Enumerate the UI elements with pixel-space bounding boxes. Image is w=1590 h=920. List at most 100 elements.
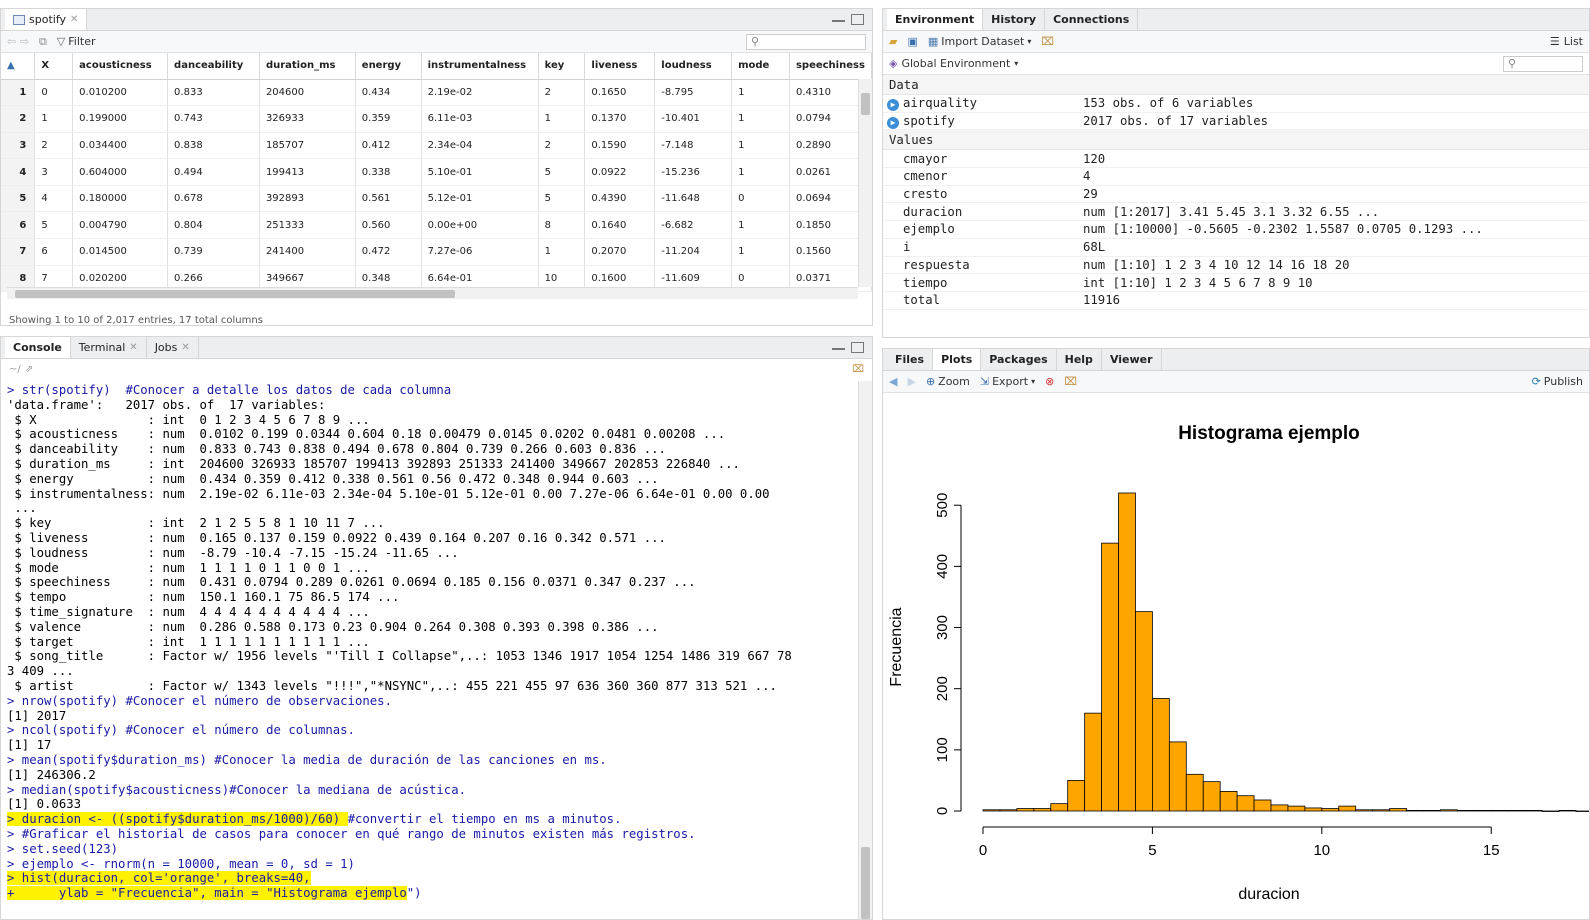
y-tick-label: 300 <box>934 615 951 640</box>
grid-corner-cell[interactable]: ▲ <box>1 53 36 80</box>
env-row-duracion[interactable]: duracion num [1:2017] 3.41 5.45 3.1 3.32 … <box>883 203 1589 222</box>
filter-label: Filter <box>68 35 96 48</box>
column-header-acousticness[interactable]: acousticness <box>72 53 169 80</box>
grid-horizontal-scrollbar[interactable] <box>7 287 858 299</box>
histogram-bar <box>1101 542 1119 812</box>
env-search-input[interactable]: ⚲ <box>1503 55 1583 72</box>
broom-icon[interactable]: ⌧ <box>852 364 864 375</box>
expand-arrow-icon[interactable]: ▶ <box>887 98 899 111</box>
expand-arrow-icon[interactable]: ▶ <box>887 116 899 129</box>
tab-history[interactable]: History <box>983 9 1046 30</box>
column-header-x[interactable]: X <box>34 53 74 80</box>
env-row-i[interactable]: i 68L <box>883 239 1589 257</box>
tab-console[interactable]: Console <box>5 337 71 358</box>
env-values-list: cmayor 120 cmenor 4 cresto 29 duracion num [1:2… <box>883 150 1589 310</box>
console-output[interactable]: > str(spotify) #Conocer a detalle los da… <box>7 383 854 919</box>
console-scroll-thumb[interactable] <box>861 847 870 919</box>
remove-plot-icon[interactable]: ⊗ <box>1045 375 1054 388</box>
tab-plots[interactable]: Plots <box>933 349 982 370</box>
env-row-cresto[interactable]: cresto 29 <box>883 186 1589 204</box>
grid-vertical-scrollbar[interactable] <box>858 79 872 287</box>
env-row-tiempo[interactable]: tiempo int [1:10] 1 2 3 4 5 6 7 8 9 10 <box>883 274 1589 292</box>
close-icon[interactable]: ✕ <box>70 14 78 25</box>
tab-files[interactable]: Files <box>887 349 934 370</box>
import-dataset-button[interactable]: ▦ Import Dataset ▾ <box>928 35 1032 48</box>
env-row-total[interactable]: total 11916 <box>883 292 1589 310</box>
env-variable-label: duracion <box>903 204 963 219</box>
column-header-mode[interactable]: mode <box>731 53 790 80</box>
maximize-icon[interactable] <box>851 14 864 25</box>
table-row: 6 5 0.004790 0.804 251333 0.560 0.00e+00 8 0.164… <box>1 211 872 240</box>
column-header-danceability[interactable]: danceability <box>167 53 260 80</box>
next-plot-icon[interactable]: ▶ <box>907 375 915 388</box>
column-header-energy[interactable]: energy <box>355 53 422 80</box>
table-row: 1 0 0.010200 0.833 204600 0.434 2.19e-02 2 0.165… <box>1 79 872 107</box>
table-cell: 0.359 <box>355 105 422 133</box>
env-row-spotify[interactable]: ▶ spotify 2017 obs. of 17 variables <box>883 113 1589 131</box>
tab-terminal[interactable]: Terminal ✕ <box>71 337 147 358</box>
filter-button[interactable]: ▽ Filter <box>57 35 96 48</box>
column-header-loudness[interactable]: loudness <box>654 53 733 80</box>
env-variable-value: num [1:10] 1 2 3 4 10 12 14 16 18 20 <box>1083 257 1350 272</box>
previous-plot-icon[interactable]: ◀ <box>889 375 897 388</box>
open-folder-icon[interactable]: ▰ <box>889 35 897 48</box>
new-window-icon[interactable]: ⧉ <box>39 35 47 49</box>
global-environment-dropdown[interactable]: ◈ Global Environment ▾ <box>889 57 1018 70</box>
search-icon: ⚲ <box>751 35 760 48</box>
close-icon[interactable]: ✕ <box>129 342 137 353</box>
console-scrollbar[interactable] <box>858 381 872 919</box>
env-row-cmenor[interactable]: cmenor 4 <box>883 168 1589 186</box>
env-variable-label: airquality <box>903 95 978 110</box>
data-grid: ▲ Xacousticness danceability duration_ms ene… <box>1 53 872 293</box>
go-to-directory-icon[interactable]: ⇗ <box>25 364 33 375</box>
save-icon[interactable]: ▣ <box>907 35 917 48</box>
env-variable-value: 11916 <box>1083 293 1121 308</box>
column-header-duration_ms[interactable]: duration_ms <box>259 53 356 80</box>
broom-icon[interactable]: ⌧ <box>1041 35 1054 48</box>
console-line-rest: #convertir el tiempo en ms a minutos. <box>347 812 622 827</box>
tab-environment[interactable]: Environment <box>887 9 984 30</box>
histogram-bar <box>1473 809 1492 812</box>
env-toolbar: ▰ ▣ ▦ Import Dataset ▾ ⌧ ☰ List <box>883 31 1589 53</box>
console-line: [1] 17 <box>7 738 52 753</box>
zoom-button[interactable]: ⊕ Zoom <box>926 375 970 388</box>
console-line: > #Graficar el historial de casos para c… <box>7 826 696 841</box>
minimize-icon[interactable] <box>832 342 845 350</box>
table-cell: -11.648 <box>654 185 733 213</box>
list-view-button[interactable]: ☰ List <box>1550 35 1583 48</box>
env-variable-name: ▶ spotify <box>883 114 1083 129</box>
column-header-liveness[interactable]: liveness <box>584 53 656 80</box>
column-header-instrumentalness[interactable]: instrumentalness <box>421 53 539 80</box>
grid-scroll-thumb[interactable] <box>861 93 870 115</box>
table-cell: 4 <box>34 185 74 213</box>
values-section-header: Values <box>883 130 1589 151</box>
maximize-icon[interactable] <box>851 342 864 353</box>
publish-button[interactable]: ⟳ Publish <box>1532 375 1583 388</box>
console-line: > str(spotify) #Conocer a detalle los da… <box>7 383 452 397</box>
highlighted-code: > duracion <- ((spotify$duration_ms/1000… <box>7 812 348 827</box>
table-row: 4 3 0.604000 0.494 199413 0.338 5.10e-01 5 0.092… <box>1 158 872 186</box>
column-header-speechiness[interactable]: speechiness <box>789 53 872 80</box>
broom-icon[interactable]: ⌧ <box>1064 375 1077 388</box>
tab-viewer-label: Viewer <box>1109 353 1153 366</box>
tab-spotify[interactable]: spotify ✕ <box>5 9 88 30</box>
env-row-respuesta[interactable]: respuesta num [1:10] 1 2 3 4 10 12 14 16 … <box>883 257 1589 275</box>
grid-hscroll-thumb[interactable] <box>15 290 455 298</box>
tab-packages[interactable]: Packages <box>981 349 1057 370</box>
table-cell: 0.180000 <box>72 185 169 213</box>
export-button[interactable]: ⇲ Export ▾ <box>980 375 1035 388</box>
tab-connections[interactable]: Connections <box>1045 9 1139 30</box>
column-header-key[interactable]: key <box>538 53 586 80</box>
tab-help[interactable]: Help <box>1057 349 1102 370</box>
close-icon[interactable]: ✕ <box>181 342 189 353</box>
back-arrow-icon[interactable]: ⇦ ⇨ <box>7 35 29 48</box>
tab-jobs[interactable]: Jobs ✕ <box>147 337 199 358</box>
histogram-bar <box>1406 809 1424 812</box>
grid-search-input[interactable]: ⚲ <box>746 33 866 50</box>
env-row-cmayor[interactable]: cmayor 120 <box>883 150 1589 169</box>
tab-viewer[interactable]: Viewer <box>1102 349 1162 370</box>
env-row-airquality[interactable]: ▶ airquality 153 obs. of 6 variables <box>883 95 1589 113</box>
env-variable-label: total <box>903 293 941 308</box>
env-row-ejemplo[interactable]: ejemplo num [1:10000] -0.5605 -0.2302 1.5… <box>883 221 1589 239</box>
minimize-icon[interactable] <box>832 14 845 22</box>
